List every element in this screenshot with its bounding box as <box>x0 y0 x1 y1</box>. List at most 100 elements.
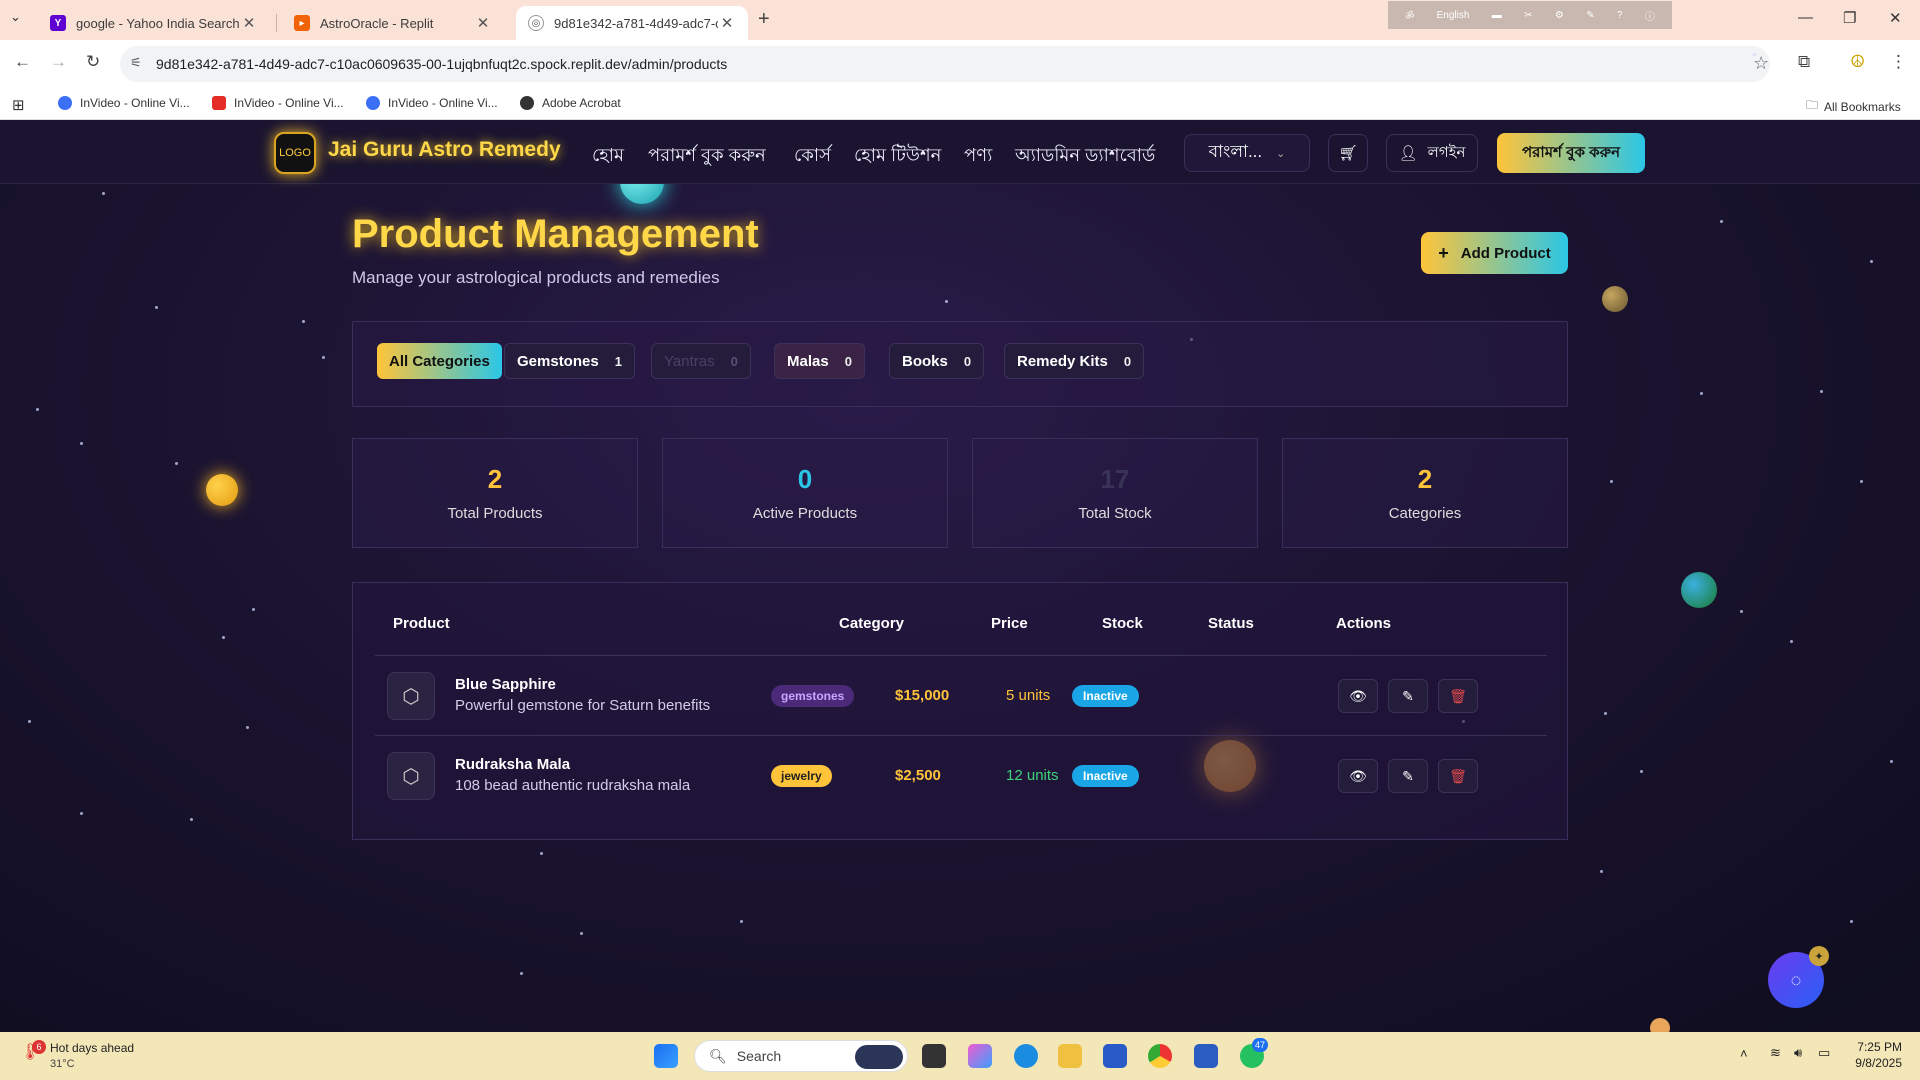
volume-icon[interactable]: 🔊︎ <box>1794 1045 1802 1061</box>
package-icon: ⬡ <box>387 752 435 800</box>
reload-icon[interactable]: ↻ <box>86 52 100 72</box>
filter-yantras[interactable]: Yantras 0 <box>651 343 751 379</box>
site-navbar: LOGO Jai Guru Astro Remedy হোম পরামর্শ ব… <box>0 120 1920 184</box>
stat-value: 0 <box>797 464 813 494</box>
nav-home-tuition[interactable]: হোম টিউশন <box>854 141 941 172</box>
profile-avatar-icon[interactable]: ☮ <box>1850 52 1865 72</box>
bookmark-invideo-2[interactable]: InVideo - Online Vi... <box>212 96 344 110</box>
weather-title[interactable]: Hot days ahead <box>50 1041 134 1055</box>
delete-button[interactable]: 🗑︎ <box>1438 679 1478 713</box>
page-content: LOGO Jai Guru Astro Remedy হোম পরামর্শ ব… <box>0 120 1920 1032</box>
window-minimize-icon[interactable]: — <box>1798 9 1813 26</box>
bookmark-invideo-3[interactable]: InVideo - Online Vi... <box>366 96 498 110</box>
filter-malas[interactable]: Malas 0 <box>774 343 865 379</box>
tab-active[interactable]: ◎ 9d81e342-a781-4d49-adc7-c10 ✕ <box>516 6 748 40</box>
file-explorer-icon[interactable] <box>1058 1044 1082 1068</box>
status-badge: Inactive <box>1072 685 1139 707</box>
login-button[interactable]: 👤︎ লগইন <box>1386 134 1478 172</box>
tab-search-icon[interactable]: ⌄ <box>10 9 21 25</box>
task-view-icon[interactable] <box>922 1044 946 1068</box>
site-logo[interactable]: LOGO <box>274 132 316 174</box>
filter-label: Yantras <box>664 352 715 370</box>
help-icon[interactable]: ? <box>1617 10 1623 21</box>
new-tab-icon[interactable]: + <box>758 8 770 31</box>
forward-icon[interactable]: → <box>50 52 67 72</box>
stat-value: 2 <box>487 464 503 494</box>
bookmark-adobe[interactable]: Adobe Acrobat <box>520 96 621 110</box>
filter-remedy-kits[interactable]: Remedy Kits 0 <box>1004 343 1145 379</box>
browser-tab-strip: ⌄ Y google - Yahoo India Search Re ✕ ▸ A… <box>0 0 1920 40</box>
taskbar-search[interactable]: 🔍︎ Search <box>694 1040 908 1072</box>
close-tab-icon[interactable]: ✕ <box>474 14 492 32</box>
package-icon: ⬡ <box>387 672 435 720</box>
all-bookmarks[interactable]: 🗀 All Bookmarks <box>1806 96 1901 117</box>
address-bar[interactable]: ⚟ 9d81e342-a781-4d49-adc7-c10ac0609635-0… <box>120 46 1770 82</box>
yahoo-favicon-icon: Y <box>50 15 66 31</box>
view-button[interactable]: 👁︎ <box>1338 679 1378 713</box>
view-button[interactable]: 👁︎ <box>1338 759 1378 793</box>
minimize-bar-icon[interactable]: ▬ <box>1492 10 1502 21</box>
url-text[interactable]: 9d81e342-a781-4d49-adc7-c10ac0609635-00-… <box>156 56 727 72</box>
chevron-up-icon[interactable]: ˄ <box>1740 1046 1748 1061</box>
windows-start-icon[interactable] <box>654 1044 678 1068</box>
ime-icon[interactable]: ॐ <box>1405 8 1414 22</box>
stat-categories: 2 Categories <box>1282 438 1568 548</box>
apps-grid-icon[interactable]: ⊞ <box>12 96 25 114</box>
settings-icon[interactable]: ⚙ <box>1555 10 1564 21</box>
cart-button[interactable]: 🛒︎ <box>1328 134 1368 172</box>
store-icon[interactable] <box>1103 1044 1127 1068</box>
nav-home[interactable]: হোম <box>592 141 624 172</box>
filter-label: Books <box>902 352 948 370</box>
word-icon[interactable] <box>1194 1044 1218 1068</box>
language-select[interactable]: বাংলা... ⌄ <box>1184 134 1310 172</box>
window-restore-icon[interactable]: ❐ <box>1843 9 1856 27</box>
column-header-status: Status <box>1208 615 1254 632</box>
edit-button[interactable]: ✎ <box>1388 679 1428 713</box>
copilot-icon[interactable] <box>968 1044 992 1068</box>
site-info-icon[interactable]: ⚟ <box>130 55 142 71</box>
filter-count: 0 <box>844 353 852 369</box>
close-tab-icon[interactable]: ✕ <box>718 14 736 32</box>
invideo-icon <box>58 96 72 110</box>
filter-gemstones[interactable]: Gemstones 1 <box>504 343 635 379</box>
bookmark-invideo-1[interactable]: InVideo - Online Vi... <box>58 96 190 110</box>
close-tab-icon[interactable]: ✕ <box>240 14 258 32</box>
nav-courses[interactable]: কোর্স <box>794 141 831 172</box>
system-language[interactable]: English <box>1437 10 1470 21</box>
extensions-icon[interactable]: ⧉ <box>1798 52 1810 72</box>
tab-yahoo[interactable]: Y google - Yahoo India Search Re ✕ <box>38 6 270 40</box>
delete-button[interactable]: 🗑︎ <box>1438 759 1478 793</box>
products-table: Product Category Price Stock Status Acti… <box>352 582 1568 840</box>
clock-date[interactable]: 9/8/2025 <box>1844 1056 1902 1070</box>
filter-label: Gemstones <box>517 352 599 370</box>
back-icon[interactable]: ← <box>14 52 31 72</box>
search-icon: 🔍︎ <box>709 1047 727 1064</box>
nav-book-consultation[interactable]: পরামর্শ বুক করুন <box>648 141 766 172</box>
info-icon[interactable]: ⓘ <box>1645 8 1655 23</box>
browser-menu-icon[interactable]: ⋮ <box>1890 52 1907 72</box>
add-product-button[interactable]: + Add Product <box>1421 232 1568 274</box>
chrome-icon[interactable] <box>1148 1044 1172 1068</box>
battery-icon[interactable]: ▭ <box>1818 1045 1830 1061</box>
bookmark-star-icon[interactable]: ☆ <box>1753 53 1769 73</box>
nav-products[interactable]: পণ্য <box>964 141 992 172</box>
brand-name[interactable]: Jai Guru Astro Remedy <box>328 138 561 162</box>
chevron-down-icon: ⌄ <box>1276 147 1286 160</box>
window-close-icon[interactable]: ✕ <box>1889 9 1902 27</box>
book-consultation-button[interactable]: পরামর্শ বুক করুন <box>1497 133 1645 173</box>
clock-time[interactable]: 7:25 PM <box>1854 1040 1902 1054</box>
nav-admin-dashboard[interactable]: অ্যাডমিন ড্যাশবোর্ড <box>1015 141 1155 172</box>
tab-title: google - Yahoo India Search Re <box>76 15 240 31</box>
column-header-price: Price <box>991 615 1028 632</box>
wifi-icon[interactable]: ≋ <box>1770 1045 1781 1061</box>
edge-icon[interactable] <box>1014 1044 1038 1068</box>
page-subtitle: Manage your astrological products and re… <box>352 268 720 287</box>
filter-books[interactable]: Books 0 <box>889 343 985 379</box>
category-filter-panel: All Categories Gemstones 1 Yantras 0 Mal… <box>352 321 1568 407</box>
pen-icon[interactable]: ✎ <box>1586 10 1594 21</box>
edit-button[interactable]: ✎ <box>1388 759 1428 793</box>
column-header-product: Product <box>393 615 450 632</box>
tools-icon[interactable]: ✂ <box>1524 10 1532 21</box>
filter-all-categories[interactable]: All Categories <box>377 343 502 379</box>
tab-replit[interactable]: ▸ AstroOracle - Replit ✕ <box>282 6 504 40</box>
